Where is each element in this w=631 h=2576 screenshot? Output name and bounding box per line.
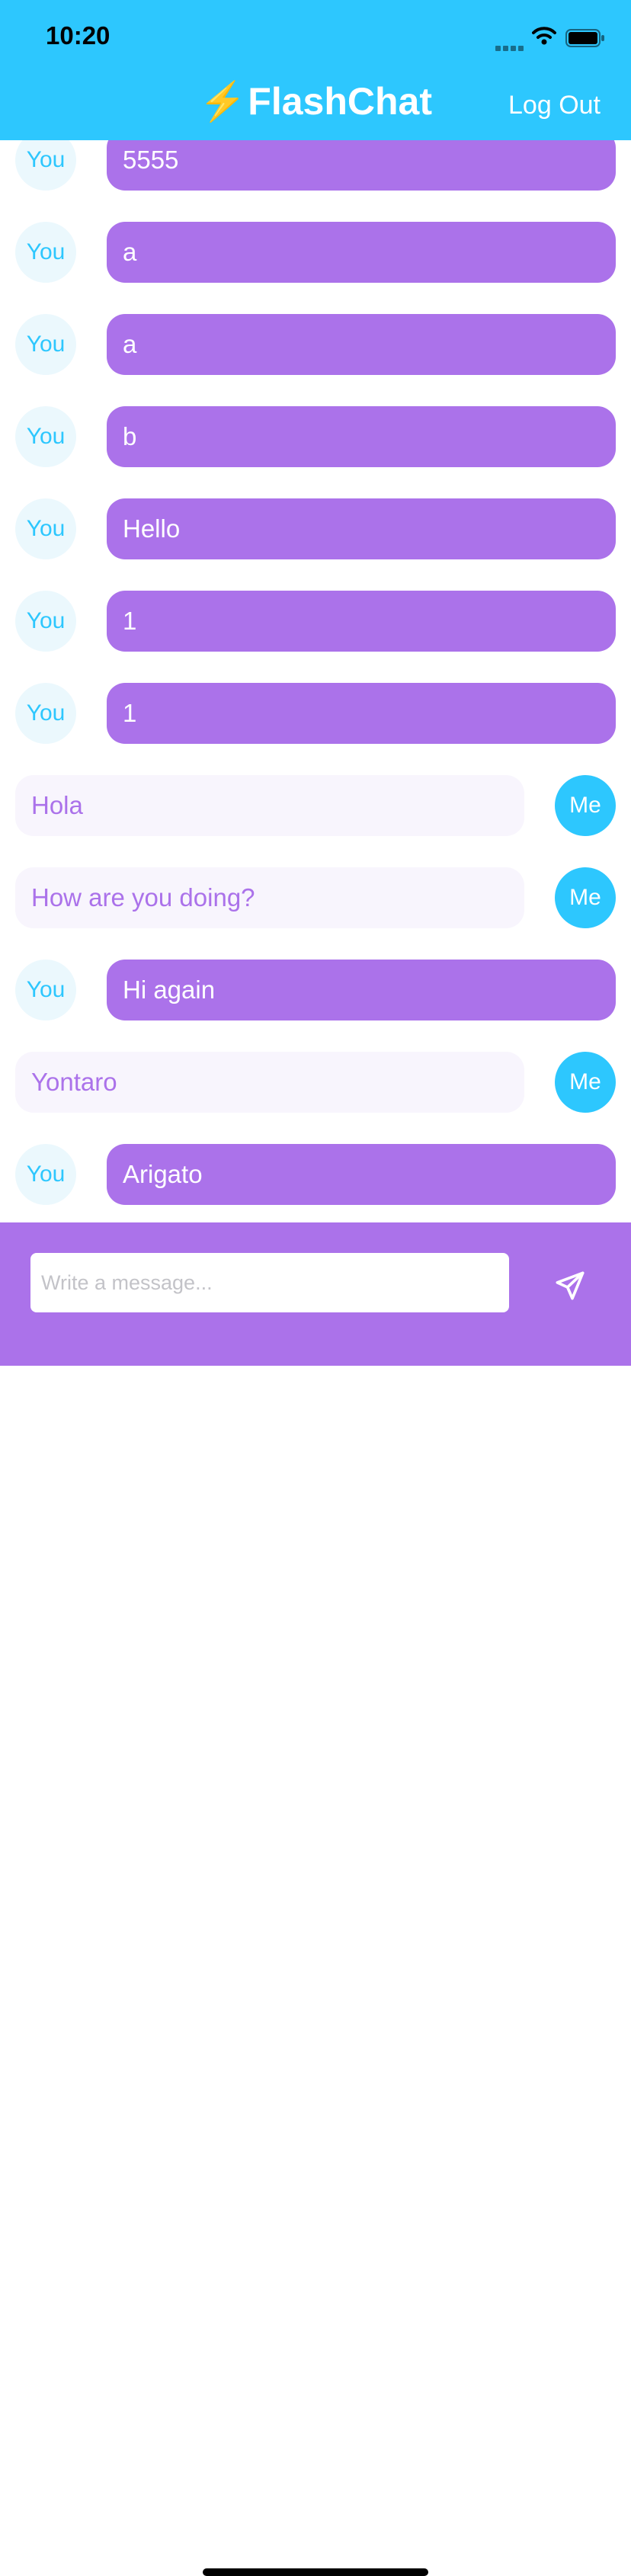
my-avatar: Me [555,867,616,928]
signal-icon [495,41,526,55]
lightning-bolt-icon: ⚡️ [199,80,247,123]
home-indicator [203,2568,428,2576]
message-bubble: Hola [15,775,524,836]
sender-avatar: You [15,222,76,283]
sender-avatar: You [15,314,76,375]
message-row: You 1 [0,591,631,652]
sender-avatar: You [15,591,76,652]
status-icons [495,26,610,51]
wifi-icon [532,26,556,50]
message-row: Me Hola [0,775,631,836]
message-bubble: How are you doing? [15,867,524,928]
message-bubble: a [107,222,616,283]
message-row: You Hello [0,498,631,559]
my-avatar: Me [555,775,616,836]
message-list[interactable]: You 5555 You a You a You b You Hello You 1 You 1 Me Hol… [0,140,631,1222]
message-row: You b [0,406,631,467]
message-row: You a [0,222,631,283]
message-input[interactable] [30,1253,509,1312]
sender-avatar: You [15,498,76,559]
app-title-text: FlashChat [248,80,432,123]
sender-avatar: You [15,140,76,191]
nav-bar: 10:20 ⚡️FlashChat Log Out [0,0,631,140]
sender-avatar: You [15,1144,76,1205]
message-bubble: Arigato [107,1144,616,1205]
battery-icon [565,29,605,51]
status-time: 10:20 [46,21,111,50]
composer-bar [0,1222,631,2576]
sender-avatar: You [15,960,76,1020]
log-out-button[interactable]: Log Out [508,91,601,120]
sender-avatar: You [15,683,76,744]
message-row: Me Yontaro [0,1052,631,1113]
message-bubble: 1 [107,683,616,744]
message-bubble: 1 [107,591,616,652]
message-bubble: Hi again [107,960,616,1020]
message-row: You Arigato [0,1144,631,1205]
paper-plane-icon [556,1271,585,1300]
sender-avatar: You [15,406,76,467]
message-bubble: a [107,314,616,375]
message-bubble: b [107,406,616,467]
message-row: Me How are you doing? [0,867,631,928]
message-bubble: Hello [107,498,616,559]
message-bubble: Yontaro [15,1052,524,1113]
message-bubble: 5555 [107,140,616,191]
message-row: You 5555 [0,140,631,191]
send-button[interactable] [550,1266,590,1306]
message-row: You a [0,314,631,375]
message-row: You Hi again [0,960,631,1020]
message-row: You 1 [0,683,631,744]
my-avatar: Me [555,1052,616,1113]
